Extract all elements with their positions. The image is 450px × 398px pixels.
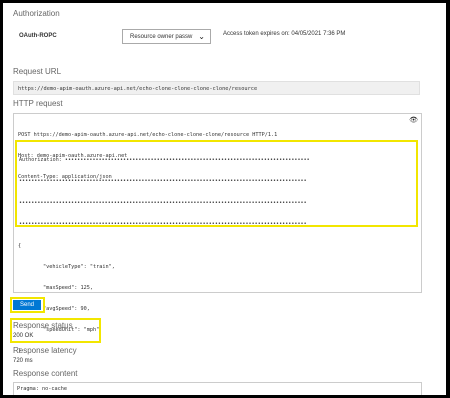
http-request-label: HTTP request [13,99,63,108]
response-latency-label: Response latency [13,346,77,355]
request-line: POST https://demo-apim-oauth.azure-api.n… [18,132,278,138]
body-line: { [18,243,22,249]
grant-type-select[interactable]: Resource owner passw ⌄ [122,29,211,44]
response-content-line: Pragma: no-cache [17,386,67,392]
token-expiry-text: Access token expires on: 04/05/2021 7:36… [223,31,346,37]
send-button[interactable]: Send [13,300,41,310]
request-url-label: Request URL [13,67,62,76]
response-status-label: Response status [13,321,73,330]
eye-icon[interactable]: 👁 [409,116,418,124]
body-line: "maxSpeed": 125, [18,285,93,291]
auth-line: Authorization: •••••••••••••••••••••••••… [19,157,310,164]
authorization-server-label: OAuth-ROPC [19,33,57,39]
response-status-value: 200 OK [13,333,34,339]
test-console-panel: Authorization OAuth-ROPC Resource owner … [0,0,450,398]
body-line: "vehicleType": "train", [18,264,115,270]
authorization-title: Authorization [13,9,60,18]
authorization-header-lines: Authorization: •••••••••••••••••••••••••… [19,143,310,227]
request-url-value: https://demo-apim-oauth.azure-api.net/ec… [13,81,420,95]
auth-line: ••••••••••••••••••••••••••••••••••••••••… [19,199,307,206]
response-content-box[interactable]: Pragma: no-cache [13,382,422,395]
chevron-down-icon[interactable]: ⌄ [198,32,205,41]
auth-line: ••••••••••••••••••••••••••••••••••••••••… [19,178,307,185]
response-latency-value: 720 ms [13,358,33,364]
authorization-header-highlight: Authorization: •••••••••••••••••••••••••… [15,140,418,227]
grant-type-value: Resource owner passw [130,33,193,40]
auth-line: ••••••••••••••••••••••••••••••••••••••••… [19,221,307,227]
response-content-label: Response content [13,369,78,378]
